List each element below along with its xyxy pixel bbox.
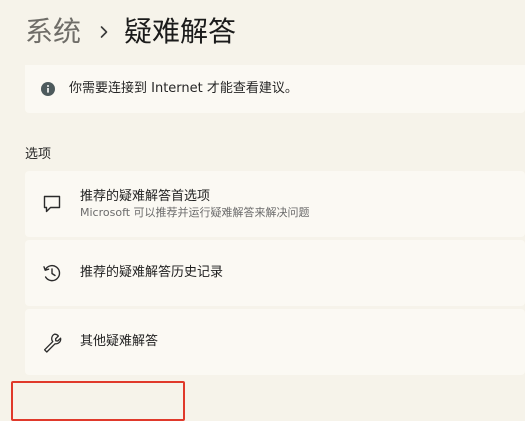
page-title: 疑难解答	[124, 15, 237, 48]
chevron-right-icon	[99, 12, 111, 52]
other-troubleshooters-item[interactable]: 其他疑难解答	[25, 309, 525, 375]
troubleshoot-history-title: 推荐的疑难解答历史记录	[80, 265, 224, 280]
other-troubleshooters-title: 其他疑难解答	[80, 334, 159, 349]
troubleshoot-history-item[interactable]: 推荐的疑难解答历史记录	[25, 240, 525, 306]
troubleshoot-preferences-title: 推荐的疑难解答首选项	[80, 189, 211, 204]
breadcrumb-system-link[interactable]: 系统	[25, 12, 81, 52]
internet-notice: 你需要连接到 Internet 才能查看建议。	[25, 65, 525, 113]
highlight-frame	[11, 381, 185, 421]
troubleshoot-preferences-subtitle: Microsoft 可以推荐并运行疑难解答来解决问题	[80, 206, 310, 219]
notice-text: 你需要连接到 Internet 才能查看建议。	[69, 81, 298, 96]
chat-bubble-icon	[41, 193, 63, 215]
history-icon	[41, 262, 63, 284]
wrench-icon	[41, 331, 63, 353]
options-section-label: 选项	[25, 147, 52, 162]
troubleshoot-preferences-item[interactable]: 推荐的疑难解答首选项 Microsoft 可以推荐并运行疑难解答来解决问题	[25, 171, 525, 237]
info-icon	[41, 81, 55, 96]
breadcrumb: 系统 疑难解答	[25, 12, 236, 52]
